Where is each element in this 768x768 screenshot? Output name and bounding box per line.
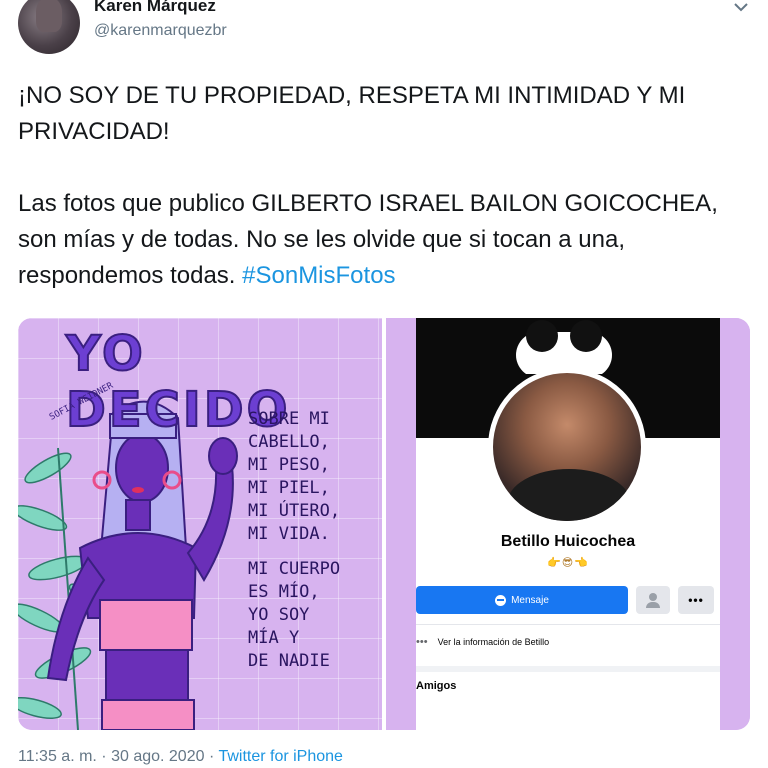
user-handle[interactable]: @karenmarquezbr (94, 22, 227, 40)
message-button[interactable]: Mensaje (416, 586, 628, 614)
tweet-header: Karen Márquez @karenmarquezbr (0, 0, 768, 60)
mouse-ears-graphic (516, 320, 612, 374)
section-divider (416, 666, 720, 672)
tweet-time[interactable]: 11:35 a. m. (18, 748, 97, 765)
tweet-metadata: 11:35 a. m. · 30 ago. 2020 · Twitter for… (18, 748, 343, 766)
more-dots-icon: ••• (416, 636, 428, 648)
illustration-image[interactable]: YO DECIDO SOFIA WEIDNER SOBRE MI CABELLO… (18, 318, 382, 730)
chevron-down-icon[interactable] (732, 0, 750, 14)
profile-bio-emoji: 👉😎👈 (547, 557, 589, 569)
message-button-label: Mensaje (511, 594, 549, 606)
tweet-media[interactable]: YO DECIDO SOFIA WEIDNER SOBRE MI CABELLO… (18, 318, 750, 730)
illustration-line: MI PESO, (248, 455, 330, 475)
separator: · (96, 748, 112, 765)
illustration-line: MÍA Y (248, 628, 300, 648)
more-icon[interactable]: ••• (678, 586, 714, 614)
avatar[interactable] (18, 0, 80, 54)
separator: · (204, 748, 219, 765)
hashtag-link[interactable]: #SonMisFotos (242, 262, 395, 289)
tweet-text: ¡NO SOY DE TU PROPIEDAD, RESPETA MI INTI… (18, 78, 748, 294)
add-friend-icon[interactable] (636, 586, 670, 614)
facebook-profile-card: Betillo Huicochea 👉😎👈 Mensaje ••• ••• Ver… (416, 318, 720, 730)
screenshot-image[interactable]: Betillo Huicochea 👉😎👈 Mensaje ••• ••• Ver… (386, 318, 750, 730)
tweet-paragraph-2: Las fotos que publico GILBERTO ISRAEL BA… (18, 186, 748, 294)
profile-name: Betillo Huicochea (500, 533, 636, 550)
divider (416, 624, 720, 625)
illustration-line: YO SOY (248, 605, 310, 625)
display-name[interactable]: Karen Márquez (94, 0, 216, 16)
messenger-icon (495, 594, 507, 606)
tweet-date[interactable]: 30 ago. 2020 (111, 748, 204, 765)
friends-heading: Amigos (416, 680, 457, 692)
illustration-line: MI CUERPO (248, 559, 341, 579)
profile-photo[interactable] (488, 368, 646, 526)
illustration-line: MI PIEL, (248, 478, 330, 498)
tweet-paragraph-1: ¡NO SOY DE TU PROPIEDAD, RESPETA MI INTI… (18, 82, 686, 145)
illustration-line: DE NADIE (248, 651, 330, 671)
illustration-line: MI ÚTERO, (248, 501, 341, 521)
illustration-line: ES MÍO, (248, 582, 320, 602)
tweet-source[interactable]: Twitter for iPhone (218, 748, 343, 765)
illustration-line: CABELLO, (248, 432, 330, 452)
profile-info-label: Ver la información de Betillo (437, 637, 550, 647)
illustration-line: SOBRE MI (248, 409, 330, 429)
profile-info-link[interactable]: ••• Ver la información de Betillo (416, 636, 720, 648)
illustration-line: MI VIDA. (248, 524, 330, 544)
illustration-text: SOBRE MI CABELLO, MI PESO, MI PIEL, MI Ú… (248, 408, 378, 673)
